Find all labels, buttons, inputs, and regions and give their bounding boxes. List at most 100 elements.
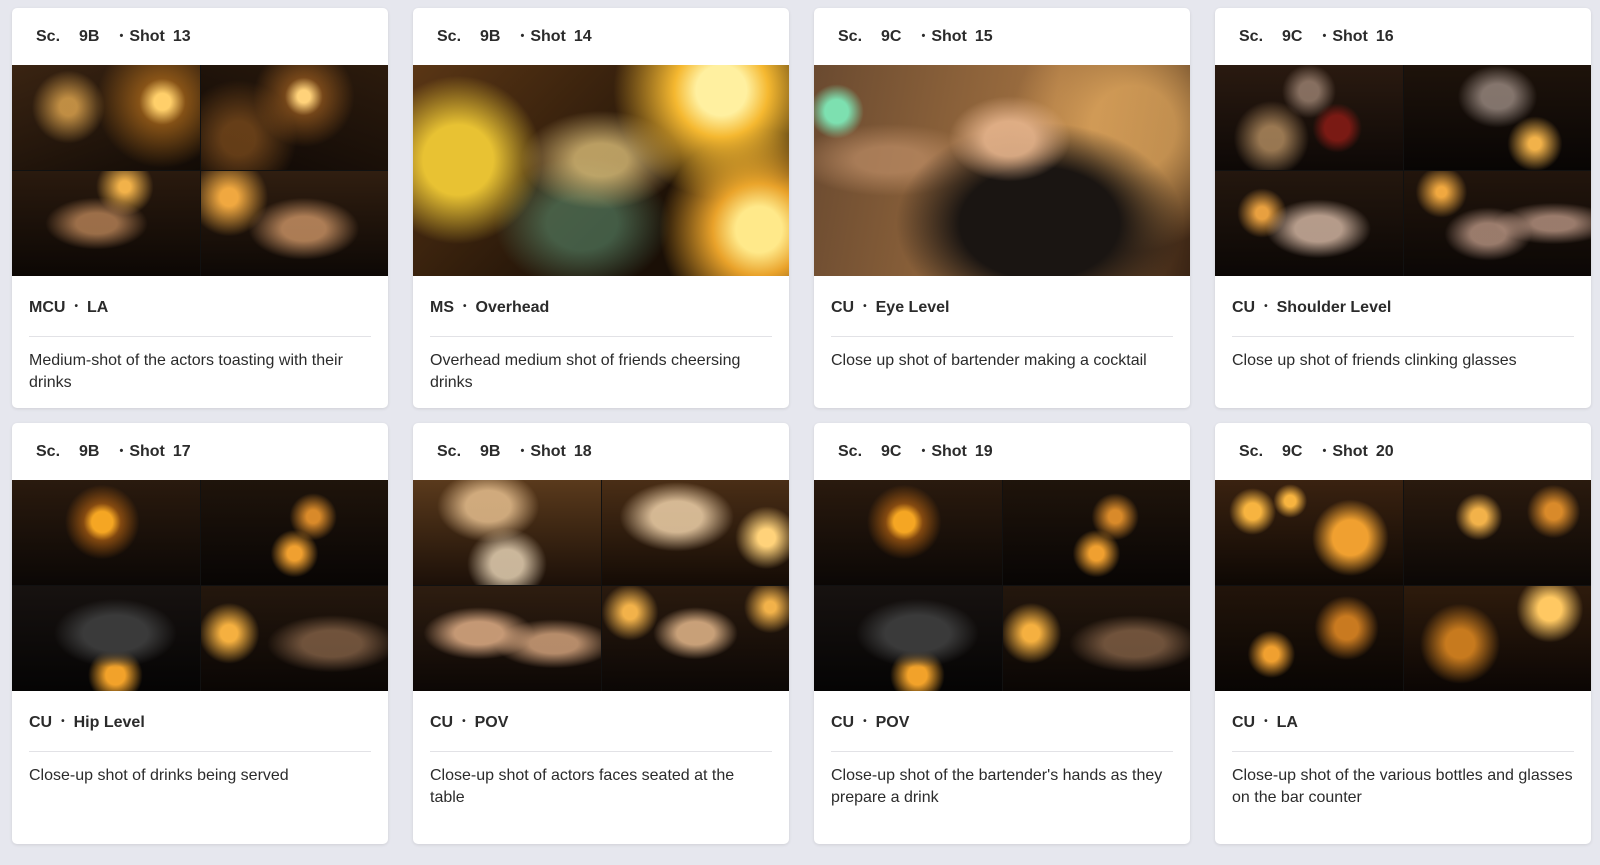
camera-angle: Hip Level (73, 713, 145, 731)
scene-number: 9C (881, 27, 902, 45)
shot-meta: MCU • LA (29, 276, 371, 337)
shot-description: Close up shot of bartender making a cock… (831, 352, 1147, 369)
scene-number: 9B (79, 27, 100, 45)
shot-description: Close-up shot of the bartender's hands a… (831, 767, 1163, 806)
thumbnail-frame (1403, 586, 1591, 691)
bullet: • (520, 444, 525, 457)
shot-meta: CU • Shoulder Level (1232, 276, 1574, 337)
thumbnail-frame (1002, 480, 1190, 585)
thumbnail-frame (814, 586, 1002, 691)
shot-size: MCU (29, 298, 66, 316)
shot-card[interactable]: Sc. 9C • Shot 15 CU • Eye Level Close up… (814, 8, 1190, 408)
card-header: Sc. 9B • Shot 14 (413, 8, 789, 65)
scene-label: Sc. (1239, 442, 1264, 460)
card-header: Sc. 9B • Shot 17 (12, 423, 388, 480)
shot-thumbnail[interactable] (413, 65, 789, 276)
thumbnail-frame (1215, 586, 1403, 691)
scene-number: 9C (1282, 27, 1303, 45)
scene-number: 9B (480, 442, 501, 460)
bullet: • (1264, 301, 1268, 312)
thumbnail-frame (200, 171, 388, 276)
shot-thumbnail[interactable] (814, 480, 1190, 691)
thumbnail-frame (12, 65, 200, 170)
camera-angle: Overhead (475, 298, 550, 316)
bullet: • (61, 716, 65, 727)
shot-number: 20 (1375, 442, 1394, 460)
card-header: Sc. 9C • Shot 20 (1215, 423, 1591, 480)
shot-size: MS (430, 298, 454, 316)
camera-angle: Eye Level (875, 298, 950, 316)
card-header: Sc. 9B • Shot 18 (413, 423, 789, 480)
thumbnail-frame (1215, 65, 1403, 170)
scene-number: 9C (881, 442, 902, 460)
thumbnail-frame (1002, 586, 1190, 691)
scene-label: Sc. (1239, 27, 1264, 45)
thumbnail-frame (12, 586, 200, 691)
shot-thumbnail[interactable] (1215, 480, 1591, 691)
shot-thumbnail[interactable] (1215, 65, 1591, 276)
bullet: • (74, 301, 78, 312)
shot-description: Close-up shot of actors faces seated at … (430, 767, 735, 806)
thumbnail-frame (200, 586, 388, 691)
bullet: • (520, 29, 525, 42)
shot-thumbnail[interactable] (12, 65, 388, 276)
bullet: • (921, 444, 926, 457)
shot-card[interactable]: Sc. 9B • Shot 14 MS • Overhead Overhead … (413, 8, 789, 408)
thumbnail-frame (1403, 171, 1591, 276)
card-header: Sc. 9C • Shot 19 (814, 423, 1190, 480)
scene-number: 9B (79, 442, 100, 460)
bullet: • (863, 301, 867, 312)
shot-card[interactable]: Sc. 9B • Shot 17 CU • Hip Level Close-up… (12, 423, 388, 844)
shot-thumbnail[interactable] (12, 480, 388, 691)
shot-number: 17 (172, 442, 191, 460)
shot-label: Shot (129, 27, 165, 45)
shot-size: CU (29, 713, 53, 731)
thumbnail-frame (1215, 171, 1403, 276)
thumbnail-frame (200, 480, 388, 585)
scene-label: Sc. (838, 27, 863, 45)
thumbnail-frame (1215, 480, 1403, 585)
shot-card[interactable]: Sc. 9C • Shot 19 CU • POV Close-up shot … (814, 423, 1190, 844)
shot-card[interactable]: Sc. 9C • Shot 16 CU • Shoulder Level Clo… (1215, 8, 1591, 408)
bullet: • (1322, 29, 1327, 42)
scene-label: Sc. (437, 442, 462, 460)
shot-meta: MS • Overhead (430, 276, 772, 337)
shot-meta: CU • Hip Level (29, 691, 371, 752)
camera-angle: Shoulder Level (1276, 298, 1392, 316)
camera-angle: POV (875, 713, 910, 731)
shot-card[interactable]: Sc. 9C • Shot 20 CU • LA Close-up shot o… (1215, 423, 1591, 844)
shot-description: Medium-shot of the actors toasting with … (29, 352, 343, 391)
bullet: • (1264, 716, 1268, 727)
shot-label: Shot (129, 442, 165, 460)
shot-thumbnail[interactable] (814, 65, 1190, 276)
bullet: • (462, 716, 466, 727)
shot-number: 19 (974, 442, 993, 460)
bullet: • (463, 301, 467, 312)
card-header: Sc. 9C • Shot 16 (1215, 8, 1591, 65)
shot-meta: CU • Eye Level (831, 276, 1173, 337)
shot-number: 14 (573, 27, 592, 45)
bullet: • (921, 29, 926, 42)
shot-description: Close-up shot of drinks being served (29, 767, 289, 784)
shot-description: Close-up shot of the various bottles and… (1232, 767, 1573, 806)
shot-description: Overhead medium shot of friends cheersin… (430, 352, 741, 391)
bullet: • (1322, 444, 1327, 457)
shot-label: Shot (530, 442, 566, 460)
camera-angle: POV (474, 713, 509, 731)
shot-card[interactable]: Sc. 9B • Shot 18 CU • POV Close-up shot … (413, 423, 789, 844)
thumbnail-frame (814, 480, 1002, 585)
thumbnail-frame (413, 480, 601, 585)
thumbnail-frame (200, 65, 388, 170)
shot-meta: CU • LA (1232, 691, 1574, 752)
thumbnail-frame (12, 480, 200, 585)
scene-number: 9B (480, 27, 501, 45)
thumbnail-frame (1403, 65, 1591, 170)
shot-size: CU (430, 713, 454, 731)
thumbnail-frame (814, 65, 1190, 276)
card-header: Sc. 9C • Shot 15 (814, 8, 1190, 65)
shot-thumbnail[interactable] (413, 480, 789, 691)
shot-label: Shot (931, 27, 967, 45)
shot-card[interactable]: Sc. 9B • Shot 13 MCU • LA Medium-shot of… (12, 8, 388, 408)
shot-label: Shot (931, 442, 967, 460)
shot-size: CU (831, 713, 855, 731)
